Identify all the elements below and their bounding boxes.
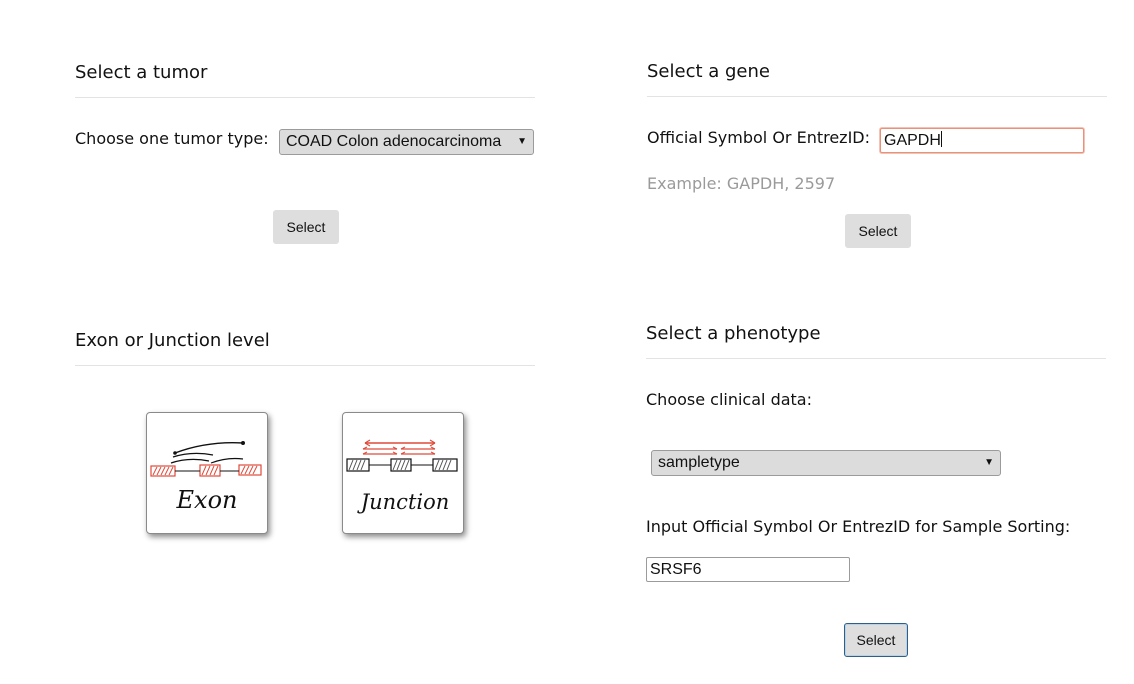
exon-level-button[interactable]: Exon	[146, 412, 268, 534]
exon-diagram-icon: Exon	[150, 441, 262, 514]
tumor-type-label: Choose one tumor type:	[75, 129, 269, 148]
gene-panel-title: Select a gene	[647, 61, 1107, 97]
chevron-down-icon: ▼	[984, 457, 994, 468]
tumor-panel: Select a tumor	[75, 62, 535, 98]
sample-sorting-value: SRSF6	[650, 561, 702, 578]
gene-select-button[interactable]: Select	[845, 214, 911, 248]
gene-example-hint: Example: GAPDH, 2597	[647, 174, 836, 193]
junction-diagram-icon: Junction	[346, 439, 458, 514]
tumor-type-selected-value: COAD Colon adenocarcinoma	[286, 133, 502, 150]
level-panel: Exon or Junction level	[75, 330, 535, 366]
tumor-type-select[interactable]: COAD Colon adenocarcinoma ▼	[279, 129, 534, 155]
clinical-data-selected-value: sampletype	[658, 454, 740, 471]
chevron-down-icon: ▼	[517, 136, 527, 147]
level-panel-title: Exon or Junction level	[75, 330, 535, 366]
phenotype-panel-title: Select a phenotype	[646, 323, 1106, 359]
junction-level-button[interactable]: Junction	[342, 412, 464, 534]
clinical-data-label: Choose clinical data:	[646, 390, 812, 409]
clinical-data-select[interactable]: sampletype ▼	[651, 450, 1001, 476]
gene-symbol-input[interactable]: GAPDH	[880, 128, 1084, 153]
text-cursor	[940, 131, 942, 147]
tumor-panel-title: Select a tumor	[75, 62, 535, 98]
gene-symbol-label: Official Symbol Or EntrezID:	[647, 128, 871, 147]
sample-sorting-input[interactable]: SRSF6	[646, 557, 850, 582]
phenotype-panel: Select a phenotype	[646, 323, 1106, 359]
phenotype-select-button[interactable]: Select	[844, 623, 908, 657]
exon-label: Exon	[176, 486, 238, 514]
junction-label: Junction	[357, 490, 450, 514]
gene-symbol-value: GAPDH	[884, 132, 941, 149]
sample-sorting-label: Input Official Symbol Or EntrezID for Sa…	[646, 517, 1071, 536]
tumor-select-button[interactable]: Select	[273, 210, 339, 244]
gene-panel: Select a gene	[647, 61, 1107, 97]
